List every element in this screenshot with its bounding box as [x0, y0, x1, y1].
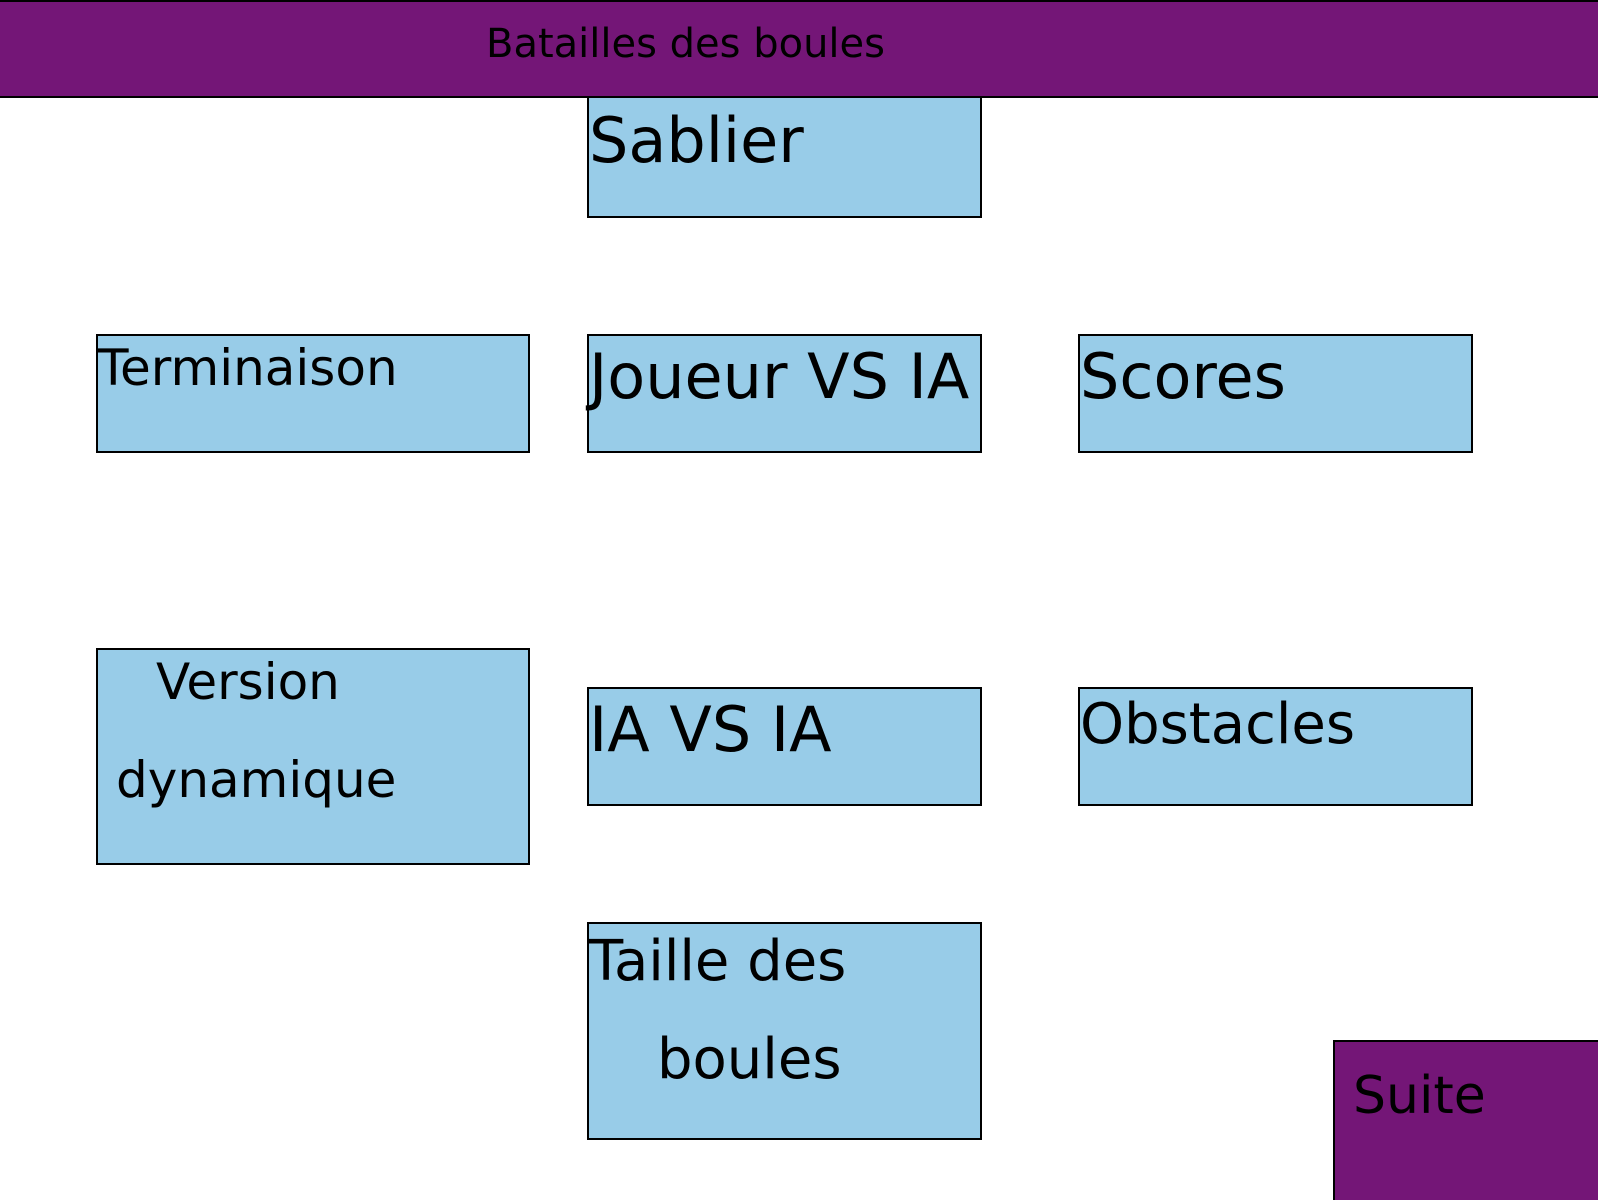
- terminaison-label: Terminaison: [98, 339, 398, 397]
- version-label-line1: Version: [156, 653, 340, 711]
- sablier-label: Sablier: [589, 104, 804, 177]
- version-label-line2: dynamique: [116, 751, 397, 809]
- scores-label: Scores: [1080, 340, 1286, 413]
- obstacles-label: Obstacles: [1080, 692, 1356, 757]
- suite-label: Suite: [1353, 1066, 1486, 1126]
- joueur-vs-ia-label: Joueur VS IA: [589, 340, 970, 413]
- taille-label-line2: boules: [657, 1027, 842, 1092]
- joueur-vs-ia-button[interactable]: Joueur VS IA: [587, 334, 982, 453]
- title-bar: Batailles des boules: [0, 0, 1598, 98]
- sablier-button[interactable]: Sablier: [587, 98, 982, 218]
- version-dynamique-button[interactable]: Version dynamique: [96, 648, 530, 865]
- suite-button[interactable]: Suite: [1333, 1040, 1598, 1200]
- page-title: Batailles des boules: [486, 21, 885, 67]
- main-menu-screen: Batailles des boules Sablier Terminaison…: [0, 0, 1598, 1200]
- terminaison-button[interactable]: Terminaison: [96, 334, 530, 453]
- ia-vs-ia-label: IA VS IA: [589, 693, 832, 766]
- obstacles-button[interactable]: Obstacles: [1078, 687, 1473, 806]
- scores-button[interactable]: Scores: [1078, 334, 1473, 453]
- taille-label-line1: Taille des: [589, 929, 847, 994]
- taille-des-boules-button[interactable]: Taille des boules: [587, 922, 982, 1140]
- ia-vs-ia-button[interactable]: IA VS IA: [587, 687, 982, 806]
